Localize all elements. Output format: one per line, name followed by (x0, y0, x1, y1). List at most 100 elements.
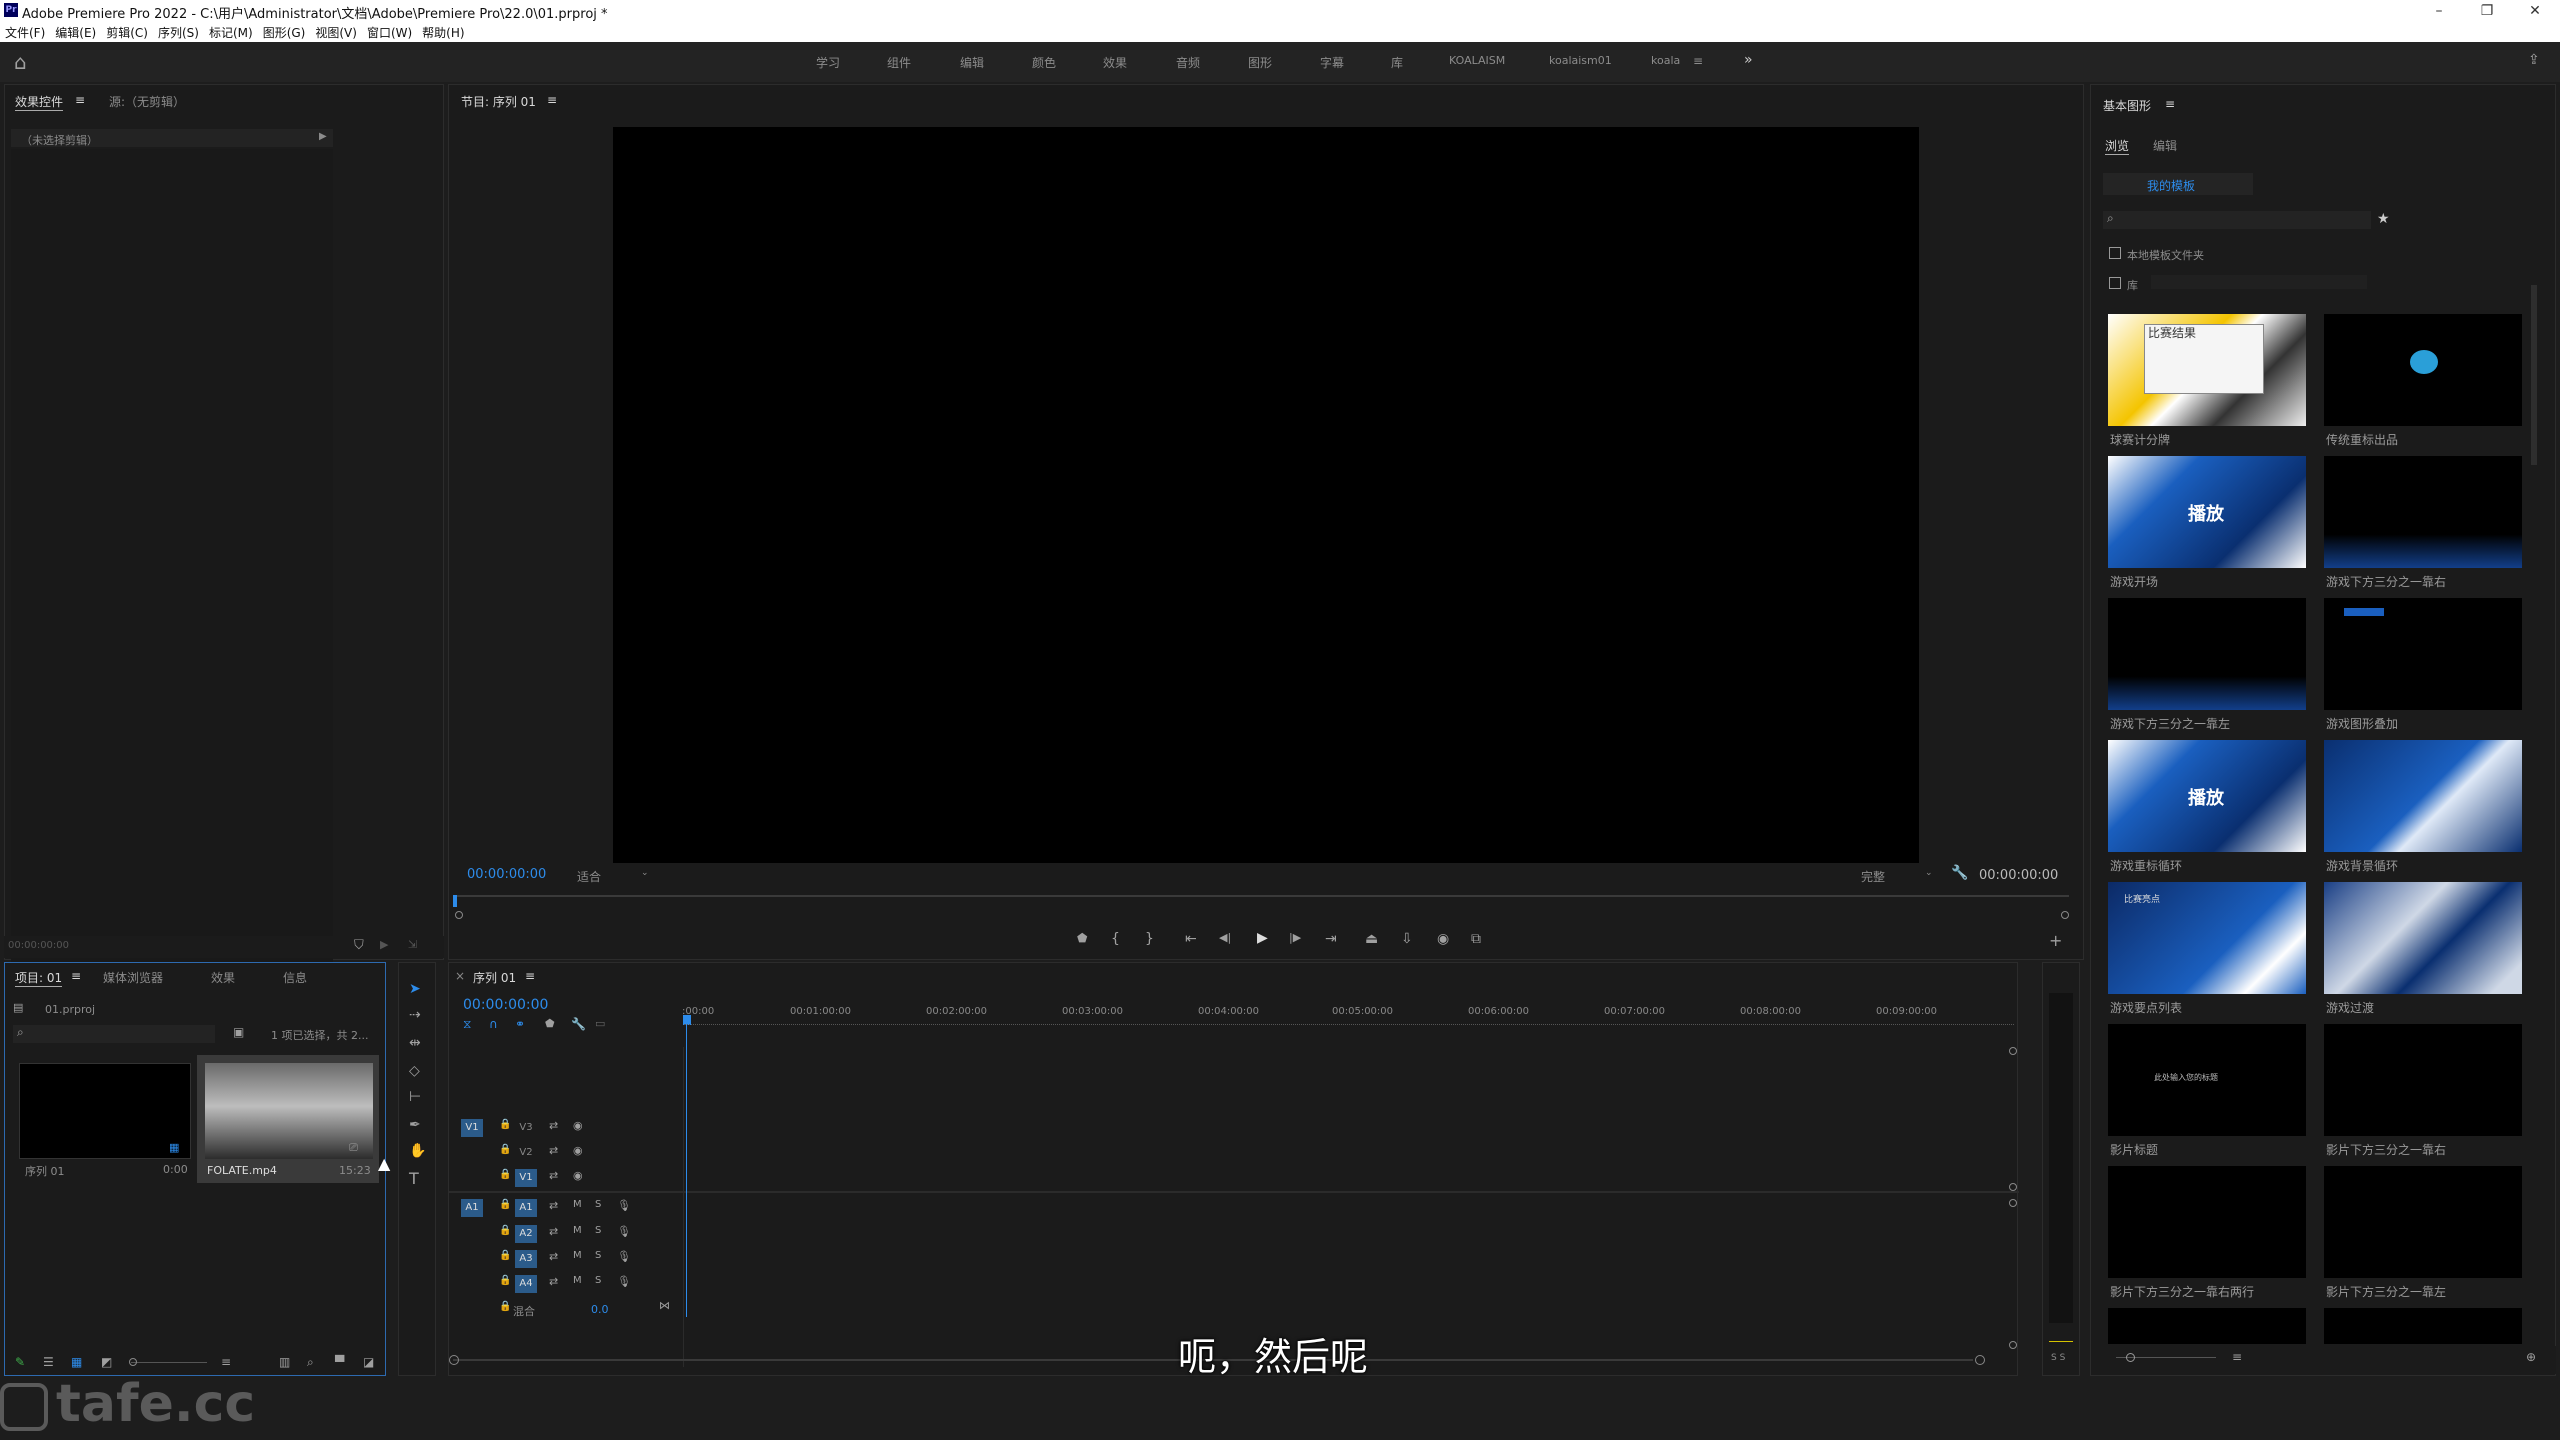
play-icon[interactable]: ▶ (1257, 930, 1268, 946)
step-back-icon[interactable]: ◀| (1219, 931, 1231, 944)
ws-graphics[interactable]: 图形 (1248, 54, 1272, 71)
type-tool-icon[interactable]: T (409, 1169, 419, 1188)
playhead-marker[interactable] (453, 895, 457, 907)
template-thumb-game-lower-left[interactable] (2108, 598, 2306, 710)
quality-select[interactable]: 完整 (1861, 868, 1885, 885)
menu-view[interactable]: 视图(V) (310, 22, 362, 41)
mute-icon[interactable]: M (573, 1225, 582, 1236)
razor-tool-icon[interactable]: ◇ (409, 1063, 420, 1079)
template-thumb-film-lower-right-2line[interactable] (2108, 1166, 2306, 1278)
track-v3-label[interactable]: V3 (515, 1119, 537, 1137)
lock-icon[interactable]: 🔒 (499, 1119, 511, 1130)
wrench-icon[interactable]: 🔧 (1951, 865, 1968, 881)
eg-search-input[interactable] (2103, 211, 2371, 229)
camera-icon[interactable]: ◉ (1437, 931, 1449, 947)
lock-icon[interactable]: 🔒 (499, 1225, 511, 1236)
lock-icon[interactable]: 🔒 (499, 1144, 511, 1155)
track-v2-label[interactable]: V2 (515, 1144, 537, 1162)
sequence-thumbnail[interactable] (19, 1063, 191, 1159)
menu-graphics[interactable]: 图形(G) (258, 22, 311, 41)
program-scrubber[interactable] (457, 895, 2069, 897)
ws-koala[interactable]: koala (1651, 54, 1680, 67)
microphone-icon[interactable]: 🎙 (617, 1250, 631, 1263)
library-select[interactable] (2151, 275, 2367, 289)
local-folder-checkbox[interactable] (2109, 247, 2121, 259)
sync-lock-icon[interactable]: ⇄ (549, 1225, 558, 1238)
automate-icon[interactable]: ▥ (279, 1355, 290, 1369)
program-viewer[interactable] (613, 127, 1919, 863)
source-patch-a1[interactable]: A1 (461, 1199, 483, 1217)
nest-icon[interactable]: ⧖ (463, 1017, 471, 1032)
tab-source[interactable]: 源:（无剪辑） (109, 93, 185, 110)
solo-icon[interactable]: S (595, 1275, 601, 1286)
mute-icon[interactable]: M (573, 1250, 582, 1261)
lock-icon[interactable]: 🔒 (499, 1301, 511, 1312)
ws-audio[interactable]: 音频 (1176, 54, 1200, 71)
sync-lock-icon[interactable]: ⇄ (549, 1144, 558, 1157)
item-name-sequence[interactable]: 序列 01 (25, 1163, 65, 1179)
program-title[interactable]: 节目: 序列 01 (461, 93, 536, 110)
template-thumb-game-intro[interactable]: 播放 (2108, 456, 2306, 568)
sync-lock-icon[interactable]: ⇄ (549, 1169, 558, 1182)
track-select-tool-icon[interactable]: ⇢ (409, 1007, 421, 1023)
step-forward-icon[interactable]: |▶ (1289, 931, 1301, 944)
mute-icon[interactable]: M (573, 1275, 582, 1286)
ws-color[interactable]: 颜色 (1032, 54, 1056, 71)
home-icon[interactable]: ⌂ (14, 50, 27, 74)
sort-icon[interactable]: ≡ (2232, 1350, 2242, 1364)
linked-selection-icon[interactable]: ⚭ (515, 1017, 525, 1031)
timeline-wrench-icon[interactable]: 🔧 (571, 1017, 586, 1031)
eg-tab-browse[interactable]: 浏览 (2105, 137, 2130, 155)
template-thumb-game-overlay[interactable] (2324, 598, 2522, 710)
pen-tool-icon[interactable]: ✒ (409, 1117, 421, 1133)
ws-editing[interactable]: 编辑 (960, 54, 984, 71)
ws-libraries[interactable]: 库 (1391, 54, 1403, 71)
comparison-view-icon[interactable]: ⧉ (1471, 931, 1481, 947)
mark-in-icon[interactable]: { (1111, 931, 1120, 947)
eg-tab-edit[interactable]: 编辑 (2153, 137, 2177, 154)
find-icon[interactable]: ⌕ (307, 1355, 314, 1370)
program-timecode[interactable]: 00:00:00:00 (467, 867, 546, 882)
new-bin-icon[interactable]: ▣ (233, 1025, 244, 1039)
close-icon[interactable]: ✕ (2512, 0, 2558, 22)
restore-icon[interactable]: ❐ (2464, 0, 2510, 22)
timeline-marker-icon[interactable]: ⬟ (545, 1017, 555, 1030)
eg-title[interactable]: 基本图形 (2103, 97, 2151, 114)
ws-assembly[interactable]: 组件 (887, 54, 911, 71)
track-a1-label[interactable]: A1 (515, 1199, 537, 1217)
mix-arrows-icon[interactable]: ⋈ (659, 1299, 670, 1312)
tab-media-browser[interactable]: 媒体浏览器 (103, 969, 163, 986)
mute-icon[interactable]: M (573, 1199, 582, 1210)
template-thumb-game-bullets[interactable]: 比赛亮点 (2108, 882, 2306, 994)
solo-icon[interactable]: S (595, 1199, 601, 1210)
lock-icon[interactable]: 🔒 (499, 1169, 511, 1180)
zoom-slider[interactable] (131, 1362, 207, 1363)
microphone-icon[interactable]: 🎙 (617, 1225, 631, 1238)
track-v1-label[interactable]: V1 (515, 1169, 537, 1187)
template-thumb-classic-logo[interactable] (2324, 314, 2522, 426)
filter-icon[interactable]: ⛉ (354, 938, 364, 953)
template-thumb-film-title[interactable]: 此处输入您的标题 (2108, 1024, 2306, 1136)
add-button-icon[interactable]: + (2049, 931, 2062, 950)
menu-clip[interactable]: 剪辑(C) (101, 22, 153, 41)
new-layer-icon[interactable]: ⊕ (2526, 1350, 2536, 1364)
ripple-edit-tool-icon[interactable]: ⇹ (409, 1035, 421, 1051)
sync-lock-icon[interactable]: ⇄ (549, 1199, 558, 1212)
star-icon[interactable]: ★ (2377, 211, 2390, 227)
lift-icon[interactable]: ⏏ (1365, 931, 1378, 947)
eye-icon[interactable]: ◉ (573, 1119, 583, 1132)
solo-icon[interactable]: S (595, 1250, 601, 1261)
ws-koalaism[interactable]: KOALAISM (1449, 54, 1505, 67)
collapse-arrow-icon[interactable]: ▶ (319, 131, 327, 142)
menu-sequence[interactable]: 序列(S) (153, 22, 204, 41)
template-thumb-film-lower-right[interactable] (2324, 1024, 2522, 1136)
source-patch-v1[interactable]: V1 (461, 1119, 483, 1137)
eye-icon[interactable]: ◉ (573, 1144, 583, 1157)
lock-icon[interactable]: 🔒 (499, 1199, 511, 1210)
sort-icon[interactable]: ≡ (221, 1355, 231, 1369)
menu-file[interactable]: 文件(F) (0, 22, 50, 41)
ws-learning[interactable]: 学习 (816, 54, 840, 71)
timeline-timecode[interactable]: 00:00:00:00 (463, 997, 548, 1013)
lock-icon[interactable]: 🔒 (499, 1275, 511, 1286)
tab-effect-controls[interactable]: 效果控件 (15, 93, 64, 111)
